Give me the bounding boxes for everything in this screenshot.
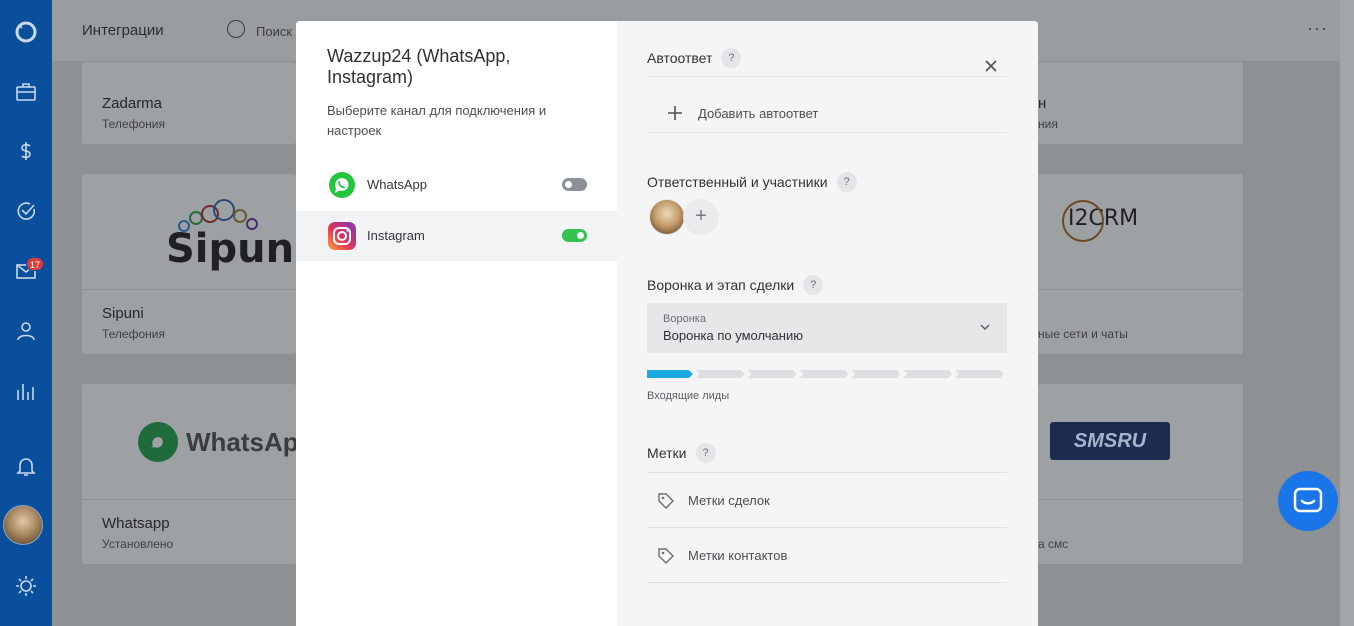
integration-card-sipuni[interactable]: Sipuni Sipuni Телефония: [82, 174, 308, 354]
tags-help-icon[interactable]: ?: [695, 443, 716, 463]
card-name: н: [1038, 95, 1047, 112]
stage-label: Входящие лиды: [647, 390, 730, 402]
tag-icon: [658, 547, 674, 564]
deal-stage[interactable]: [748, 370, 797, 378]
chevron-down-icon: [980, 324, 990, 331]
deal-stage[interactable]: [955, 370, 1004, 378]
card-category: Установлено: [102, 537, 174, 551]
i2crm-logo: I2CRM: [1062, 200, 1138, 242]
chat-icon: [1293, 487, 1323, 513]
integration-card-smsru[interactable]: SMSRU а смс: [1038, 384, 1243, 564]
instagram-toggle[interactable]: [562, 229, 587, 242]
deal-stage[interactable]: [800, 370, 849, 378]
close-icon[interactable]: [983, 58, 999, 74]
contact-tags-label: Метки контактов: [688, 548, 788, 563]
tags-section-title: Метки ?: [647, 443, 716, 463]
funnel-select-value: Воронка по умолчанию: [663, 328, 803, 343]
mail-badge: 17: [26, 257, 45, 271]
responsible-help-icon[interactable]: ?: [836, 172, 857, 192]
left-sidebar: 17: [0, 0, 52, 626]
add-autoreply-button[interactable]: Добавить автоответ: [647, 93, 1007, 133]
chat-support-button[interactable]: [1278, 471, 1338, 531]
page-title: Интеграции: [82, 22, 164, 39]
deal-stage[interactable]: [851, 370, 900, 378]
funnel-select-label: Воронка: [663, 313, 706, 325]
check-icon[interactable]: [0, 191, 52, 231]
channel-panel: Wazzup24 (WhatsApp, Instagram) Выберите …: [296, 21, 617, 626]
card-name: Whatsapp: [102, 515, 170, 532]
page-scrollbar[interactable]: [1340, 0, 1354, 626]
whatsapp-logo: WhatsApp: [138, 422, 315, 462]
logo-icon[interactable]: [0, 12, 52, 52]
briefcase-icon[interactable]: [0, 72, 52, 112]
deal-tags-label: Метки сделок: [688, 493, 770, 508]
card-category: ные сети и чаты: [1038, 327, 1128, 341]
integration-card-right-top[interactable]: н ния: [1038, 62, 1243, 144]
whatsapp-toggle[interactable]: [562, 178, 587, 191]
deal-stages: [647, 370, 1007, 378]
funnel-help-icon[interactable]: ?: [803, 275, 824, 295]
card-category: Телефония: [102, 327, 165, 341]
modal-description: Выберите канал для подключения и настрое…: [327, 103, 547, 138]
modal-title: Wazzup24 (WhatsApp, Instagram): [327, 46, 511, 87]
integration-card-i2crm[interactable]: I2CRM ные сети и чаты: [1038, 174, 1243, 354]
settings-icon[interactable]: [0, 566, 52, 606]
bell-icon[interactable]: [0, 446, 52, 486]
plus-icon: [668, 106, 682, 120]
channel-settings-panel: Автоответ ? Добавить автоответ Ответстве…: [617, 21, 1038, 626]
tag-icon: [658, 492, 674, 509]
responsible-section-title: Ответственный и участники ?: [647, 172, 857, 192]
card-name: Sipuni: [102, 305, 144, 322]
channel-whatsapp[interactable]: WhatsApp: [296, 160, 617, 210]
card-category: Телефония: [102, 117, 165, 131]
funnel-select[interactable]: Воронка Воронка по умолчанию: [647, 303, 1007, 353]
deal-stage[interactable]: [647, 370, 693, 378]
whatsapp-icon: [329, 172, 355, 198]
more-menu-icon[interactable]: ···: [1307, 18, 1328, 39]
user-icon[interactable]: [0, 311, 52, 351]
instagram-icon: [328, 222, 356, 250]
smsru-logo: SMSRU: [1050, 422, 1170, 460]
autoreply-help-icon[interactable]: ?: [721, 48, 742, 68]
responsible-avatar[interactable]: [649, 199, 685, 235]
user-avatar[interactable]: [3, 505, 43, 545]
card-category: а смс: [1038, 537, 1069, 551]
search-input[interactable]: Поиск: [256, 24, 292, 39]
add-participant-button[interactable]: +: [683, 199, 719, 235]
autoreply-section-title: Автоответ ?: [647, 48, 742, 68]
deal-stage[interactable]: [903, 370, 952, 378]
funnel-section-title: Воронка и этап сделки ?: [647, 275, 824, 295]
mail-icon[interactable]: [0, 251, 52, 291]
contact-tags-row[interactable]: Метки контактов: [647, 528, 1007, 583]
deal-stage[interactable]: [696, 370, 745, 378]
integration-card-whatsapp[interactable]: WhatsApp Whatsapp Установлено: [82, 384, 315, 564]
channel-label: WhatsApp: [367, 177, 427, 192]
add-autoreply-label: Добавить автоответ: [698, 105, 819, 121]
sipuni-logo: Sipuni: [166, 226, 308, 272]
card-category: ния: [1038, 117, 1058, 131]
dollar-icon[interactable]: [0, 131, 52, 171]
card-name: Zadarma: [102, 95, 163, 112]
chart-icon[interactable]: [0, 371, 52, 411]
integration-card-zadarma[interactable]: Zadarma Телефония: [82, 62, 296, 144]
search-icon[interactable]: [227, 20, 245, 38]
channel-instagram[interactable]: Instagram: [296, 211, 617, 261]
channel-label: Instagram: [367, 228, 425, 243]
integration-settings-modal: Wazzup24 (WhatsApp, Instagram) Выберите …: [296, 21, 1038, 626]
deal-tags-row[interactable]: Метки сделок: [647, 473, 1007, 528]
